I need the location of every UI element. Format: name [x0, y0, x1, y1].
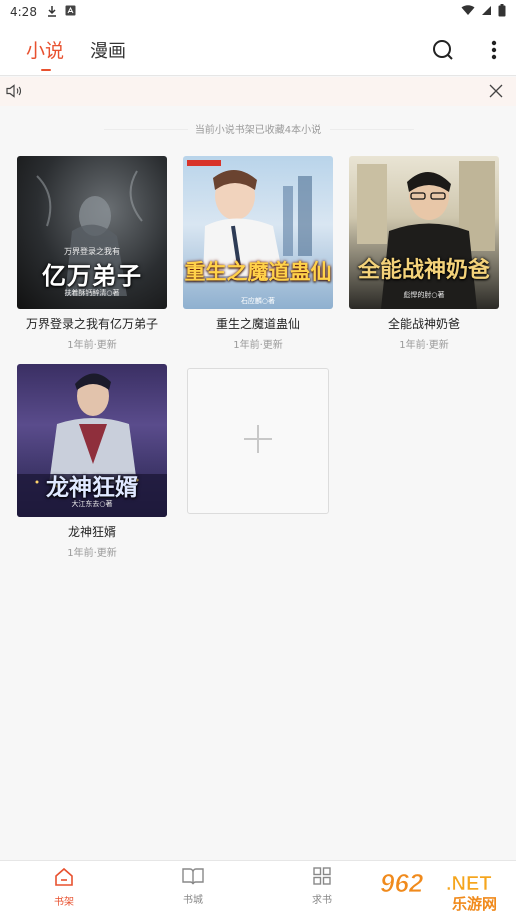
cover-art	[357, 161, 495, 309]
wifi-icon	[461, 5, 475, 19]
plus-icon	[243, 424, 273, 458]
nav-bookshelf[interactable]: 书架	[34, 867, 94, 908]
book-card[interactable]: 龙神狂婿 大江东去○著 龙神狂婿 1年前·更新	[17, 364, 167, 559]
book-card[interactable]: 重生之魔道蛊仙 石应麟○著 重生之魔道蛊仙 1年前·更新	[183, 156, 333, 351]
grid-icon	[313, 867, 331, 889]
screen: { "status_bar": { "time": "4:28" }, "hea…	[0, 0, 516, 917]
home-icon	[54, 867, 74, 891]
nav-label: 书城	[183, 895, 203, 906]
book-update-time: 1年前·更新	[233, 340, 283, 351]
nav-label: 求书	[312, 895, 332, 906]
battery-icon	[498, 4, 506, 20]
tab-novel[interactable]: 小说	[26, 36, 64, 63]
watermark-logo: 962 .NET 乐游网	[376, 866, 514, 913]
app-header: 小说 漫画	[0, 24, 516, 76]
cover-title: 重生之魔道蛊仙	[184, 259, 332, 284]
notice-bar	[0, 77, 516, 106]
book-card[interactable]: 万界登录之我有 亿万弟子 扶着酥钙醉清○著 万界登录之我有亿万弟子 1年前·更新	[17, 156, 167, 351]
speaker-icon	[6, 83, 22, 102]
book-title[interactable]: 龙神狂婿	[17, 523, 167, 540]
svg-text:.NET: .NET	[446, 873, 492, 895]
more-vertical-icon[interactable]	[480, 36, 508, 64]
book-cover[interactable]: 万界登录之我有 亿万弟子 扶着酥钙醉清○著	[17, 156, 167, 309]
book-update-time: 1年前·更新	[67, 548, 117, 559]
cover-author: 扶着酥钙醉清○著	[64, 289, 120, 297]
download-icon	[47, 5, 57, 20]
book-cover[interactable]: 全能战神奶爸 彪悍的肘○著	[349, 156, 499, 309]
svg-text:962: 962	[380, 868, 424, 898]
cover-title: 亿万弟子	[42, 261, 142, 290]
book-update-time: 1年前·更新	[399, 340, 449, 351]
nav-bookstore[interactable]: 书城	[163, 867, 223, 906]
app-notification-icon	[65, 5, 76, 19]
cover-title: 龙神狂婿	[46, 474, 138, 501]
book-title[interactable]: 万界登录之我有亿万弟子	[17, 315, 167, 332]
cover-art	[187, 160, 312, 276]
cover-title: 全能战神奶爸	[357, 257, 490, 283]
book-update-time: 1年前·更新	[67, 340, 117, 351]
close-icon[interactable]	[489, 83, 506, 100]
book-card[interactable]: 全能战神奶爸 彪悍的肘○著 全能战神奶爸 1年前·更新	[349, 156, 499, 351]
nav-request-book[interactable]: 求书	[292, 867, 352, 906]
tab-comic[interactable]: 漫画	[90, 37, 126, 63]
status-bar: 4:28	[0, 0, 516, 24]
divider-right	[330, 129, 414, 130]
tab-active-indicator	[41, 69, 51, 71]
signal-icon	[481, 5, 492, 19]
search-icon[interactable]	[429, 36, 457, 64]
nav-label: 书架	[54, 897, 74, 908]
svg-text:乐游网: 乐游网	[452, 895, 497, 912]
cover-author: 石应麟○著	[240, 297, 276, 305]
status-time: 4:28	[10, 5, 37, 19]
book-icon	[182, 868, 204, 889]
cover-author: 大江东去○著	[71, 500, 113, 508]
book-title[interactable]: 全能战神奶爸	[349, 315, 499, 332]
shelf-tip: 当前小说书架已收藏4本小说	[194, 125, 322, 136]
add-book-button[interactable]	[187, 368, 329, 514]
book-cover[interactable]: 重生之魔道蛊仙 石应麟○著	[183, 156, 333, 309]
book-cover[interactable]: 龙神狂婿 大江东去○著	[17, 364, 167, 517]
book-title[interactable]: 重生之魔道蛊仙	[183, 315, 333, 332]
cover-author: 彪悍的肘○著	[403, 291, 445, 299]
